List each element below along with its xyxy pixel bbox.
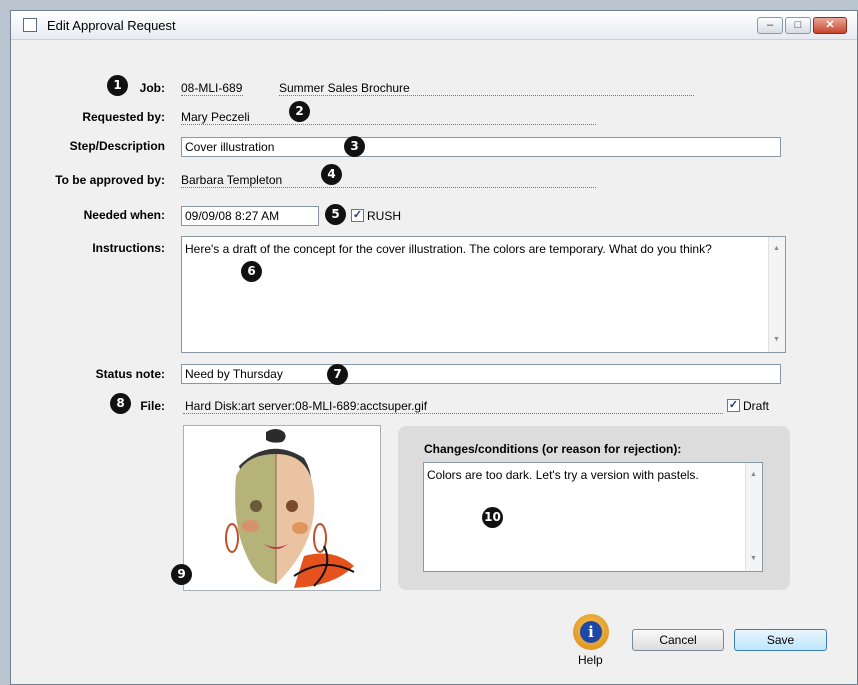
portrait-illustration: [225, 429, 355, 588]
close-button[interactable]: ✕: [813, 17, 847, 34]
window-icon: [23, 18, 37, 32]
status-note-label: Status note:: [95, 367, 165, 381]
minimize-button[interactable]: –: [757, 17, 783, 34]
rush-label: RUSH: [367, 209, 402, 223]
callout-4: 4: [321, 164, 342, 185]
job-label: Job:: [139, 81, 165, 95]
job-name-underline: [279, 95, 694, 96]
step-description-input[interactable]: Cover illustration: [181, 137, 781, 157]
draft-checkbox[interactable]: ✓: [727, 399, 740, 412]
approved-by-value: Barbara Templeton: [181, 173, 283, 187]
scroll-up-icon[interactable]: ▲: [750, 467, 757, 483]
file-path-underline: [183, 413, 723, 414]
instructions-label: Instructions:: [92, 241, 165, 255]
changes-panel: Changes/conditions (or reason for reject…: [398, 426, 790, 590]
scroll-down-icon[interactable]: ▼: [750, 551, 757, 567]
changes-scrollbar[interactable]: ▲ ▼: [745, 463, 762, 571]
scroll-down-icon[interactable]: ▼: [773, 332, 780, 348]
step-label: Step/Description: [69, 139, 165, 153]
requested-by-label: Requested by:: [82, 110, 165, 124]
window-title: Edit Approval Request: [47, 18, 176, 33]
edit-approval-window: Edit Approval Request – □ ✕ 1 Job: 08-ML…: [10, 10, 858, 685]
cancel-button[interactable]: Cancel: [632, 629, 724, 651]
info-icon: i: [580, 621, 602, 643]
image-preview: [183, 425, 381, 591]
callout-9: 9: [171, 564, 192, 585]
approved-by-underline: [181, 187, 596, 188]
job-number-underline: [181, 95, 243, 96]
instructions-textarea[interactable]: Here's a draft of the concept for the co…: [181, 236, 786, 353]
scroll-up-icon[interactable]: ▲: [773, 241, 780, 257]
callout-10: 10: [482, 507, 503, 528]
needed-when-label: Needed when:: [83, 208, 165, 222]
callout-5: 5: [325, 204, 346, 225]
requested-by-value: Mary Peczeli: [181, 110, 250, 124]
changes-text: Colors are too dark. Let's try a version…: [427, 468, 699, 482]
help-button[interactable]: i: [573, 614, 609, 650]
approved-by-label: To be approved by:: [55, 173, 165, 187]
rush-checkbox[interactable]: ✓: [351, 209, 364, 222]
status-note-input[interactable]: Need by Thursday: [181, 364, 781, 384]
instructions-text: Here's a draft of the concept for the co…: [185, 242, 712, 256]
draft-label: Draft: [743, 399, 770, 413]
file-path: Hard Disk:art server:08-MLI-689:acctsupe…: [185, 399, 428, 413]
callout-7: 7: [327, 364, 348, 385]
changes-heading: Changes/conditions (or reason for reject…: [424, 442, 682, 456]
job-name: Summer Sales Brochure: [279, 81, 410, 95]
help-label: Help: [578, 653, 603, 667]
instructions-scrollbar[interactable]: ▲ ▼: [768, 237, 785, 352]
changes-textarea[interactable]: Colors are too dark. Let's try a version…: [423, 462, 763, 572]
title-bar: Edit Approval Request – □ ✕: [11, 11, 857, 40]
job-number: 08-MLI-689: [181, 81, 243, 95]
maximize-button[interactable]: □: [785, 17, 811, 34]
callout-2: 2: [289, 101, 310, 122]
callout-6: 6: [241, 261, 262, 282]
save-button[interactable]: Save: [734, 629, 827, 651]
requested-by-underline: [181, 124, 596, 125]
callout-3: 3: [344, 136, 365, 157]
file-label: File:: [140, 399, 165, 413]
needed-when-input[interactable]: 09/09/08 8:27 AM: [181, 206, 319, 226]
